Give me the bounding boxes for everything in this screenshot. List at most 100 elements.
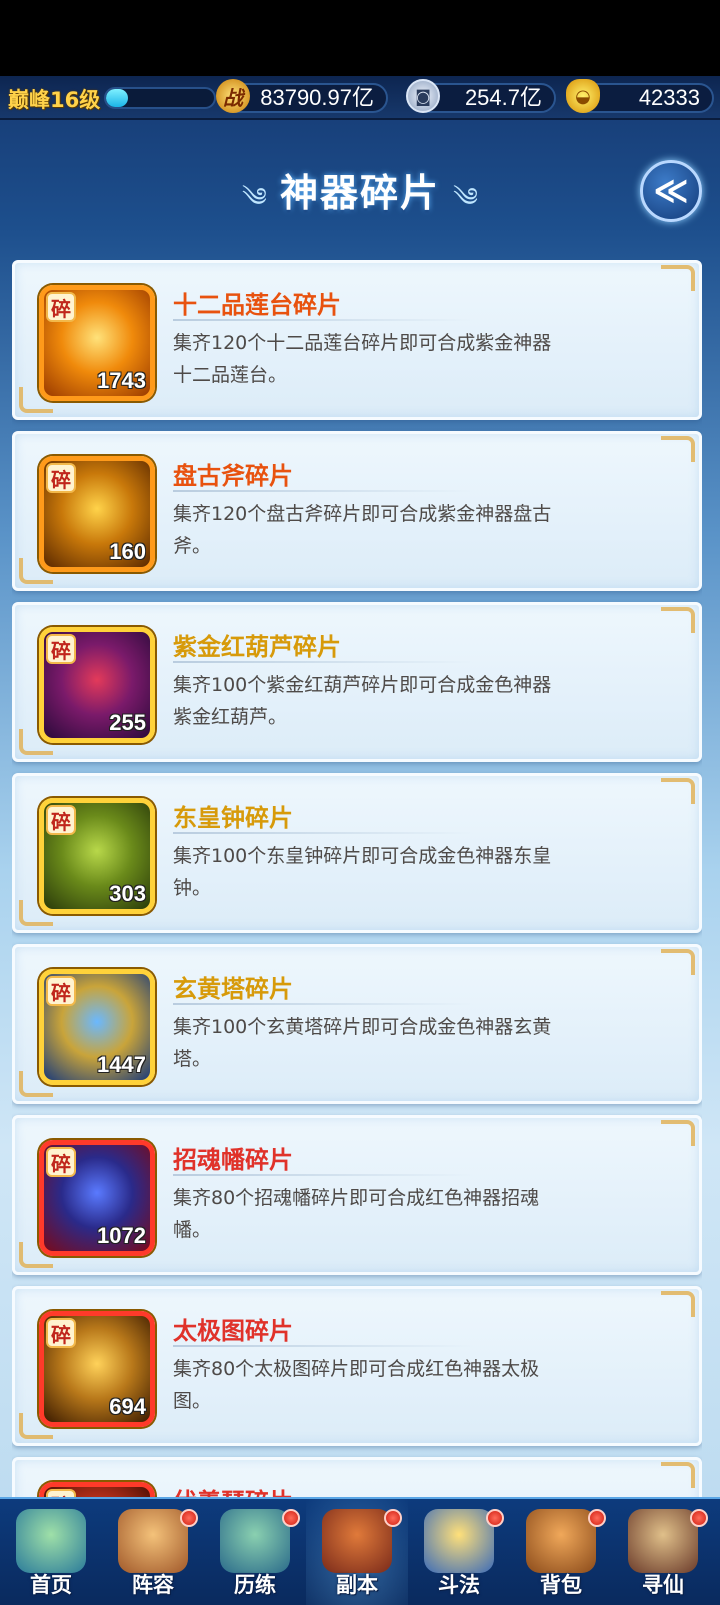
combat-power-value: 83790.97亿: [260, 85, 374, 110]
nav-label: 阵容: [132, 1573, 174, 1597]
nav-item-seek-immortal[interactable]: 寻仙: [612, 1499, 714, 1605]
card-corner-ornament: [661, 949, 695, 975]
fragment-card[interactable]: 碎 1743 十二品莲台碎片 集齐120个十二品莲台碎片即可合成紫金神器十二品莲…: [12, 260, 702, 420]
training-icon: [220, 1509, 290, 1573]
fragment-count: 255: [109, 710, 146, 735]
back-arrow-icon: ≪: [653, 171, 689, 211]
fragment-count: 1743: [97, 368, 146, 393]
fragment-card[interactable]: 碎 1072 招魂幡碎片 集齐80个招魂幡碎片即可合成红色神器招魂幡。: [12, 1115, 702, 1275]
fragment-badge: 碎: [46, 634, 76, 664]
level-progress-fill: [106, 89, 128, 107]
notification-dot-icon: [282, 1509, 300, 1527]
nav-item-bag[interactable]: 背包: [510, 1499, 612, 1605]
back-button[interactable]: ≪: [640, 160, 702, 222]
fragment-count: 303: [109, 881, 146, 906]
battle-icon: [424, 1509, 494, 1573]
nav-item-training[interactable]: 历练: [204, 1499, 306, 1605]
card-divider: [173, 1345, 473, 1347]
fragment-card[interactable]: 碎 1447 玄黄塔碎片 集齐100个玄黄塔碎片即可合成金色神器玄黄塔。: [12, 944, 702, 1104]
resource-bar: 巅峰16级 83790.97亿 战 254.7亿 ◙ 42333 ◒: [0, 76, 720, 120]
fragment-card[interactable]: 碎 303 东皇钟碎片 集齐100个东皇钟碎片即可合成金色神器东皇钟。: [12, 773, 702, 933]
fragment-item-icon[interactable]: 碎 1447: [39, 969, 155, 1085]
fragment-count: 1447: [97, 1052, 146, 1077]
nav-label: 历练: [234, 1573, 276, 1597]
peak-level-label: 巅峰16级: [8, 88, 101, 112]
page-title: 神器碎片: [279, 171, 440, 215]
nav-label: 副本: [336, 1573, 378, 1597]
card-divider: [173, 661, 473, 663]
nav-item-home[interactable]: 首页: [0, 1499, 102, 1605]
nav-item-battle[interactable]: 斗法: [408, 1499, 510, 1605]
title-swirl-left-icon: ༄: [242, 183, 267, 213]
lineup-icon: [118, 1509, 188, 1573]
card-divider: [173, 832, 473, 834]
card-corner-ornament: [661, 265, 695, 291]
fragment-badge: 碎: [46, 292, 76, 322]
fragment-card[interactable]: 碎 255 紫金红葫芦碎片 集齐100个紫金红葫芦碎片即可合成金色神器紫金红葫芦…: [12, 602, 702, 762]
card-divider: [173, 490, 473, 492]
notification-dot-icon: [486, 1509, 504, 1527]
game-screen: 巅峰16级 83790.97亿 战 254.7亿 ◙ 42333 ◒ ༄ 神器碎…: [0, 76, 720, 1605]
fragment-description: 集齐120个十二品莲台碎片即可合成紫金神器十二品莲台。: [173, 332, 552, 386]
gold-ingot-icon: ◒: [566, 79, 600, 113]
fragment-name: 十二品莲台碎片: [173, 291, 341, 319]
card-corner-ornament: [661, 1120, 695, 1146]
fragment-item-icon[interactable]: 碎 1072: [39, 1140, 155, 1256]
fragment-description: 集齐100个东皇钟碎片即可合成金色神器东皇钟。: [173, 845, 552, 899]
fragment-card[interactable]: 碎 694 太极图碎片 集齐80个太极图碎片即可合成红色神器太极图。: [12, 1286, 702, 1446]
fragment-count: 694: [109, 1394, 146, 1419]
fragment-name: 紫金红葫芦碎片: [173, 633, 341, 661]
fragment-name: 太极图碎片: [173, 1317, 293, 1345]
card-divider: [173, 319, 473, 321]
fragment-item-icon[interactable]: 碎 1743: [39, 285, 155, 401]
nav-label: 首页: [30, 1573, 72, 1597]
nav-label: 背包: [540, 1573, 582, 1597]
nav-label: 斗法: [438, 1573, 480, 1597]
fragment-badge: 碎: [46, 463, 76, 493]
level-progress-bar: [104, 87, 216, 109]
fragment-count: 160: [109, 539, 146, 564]
fragment-badge: 碎: [46, 805, 76, 835]
fragment-description: 集齐80个招魂幡碎片即可合成红色神器招魂幡。: [173, 1187, 540, 1241]
notification-dot-icon: [384, 1509, 402, 1527]
nav-item-lineup[interactable]: 阵容: [102, 1499, 204, 1605]
status-bar: [0, 0, 720, 76]
fragment-item-icon[interactable]: 碎 160: [39, 456, 155, 572]
page-title-bar: ༄ 神器碎片 ༄: [0, 162, 720, 242]
notification-dot-icon: [588, 1509, 606, 1527]
combat-power-icon: 战: [216, 79, 250, 113]
fragment-card[interactable]: 碎 160 盘古斧碎片 集齐120个盘古斧碎片即可合成紫金神器盘古斧。: [12, 431, 702, 591]
silver-coin-value: 254.7亿: [464, 85, 542, 110]
fragment-item-icon[interactable]: 碎 694: [39, 1311, 155, 1427]
fragment-description: 集齐100个紫金红葫芦碎片即可合成金色神器紫金红葫芦。: [173, 674, 552, 728]
card-divider: [173, 1174, 473, 1176]
fragment-item-icon[interactable]: 碎 255: [39, 627, 155, 743]
card-corner-ornament: [661, 778, 695, 804]
fragment-count: 1072: [97, 1223, 146, 1248]
fragment-name: 招魂幡碎片: [173, 1146, 293, 1174]
card-corner-ornament: [661, 436, 695, 462]
card-corner-ornament: [661, 1291, 695, 1317]
fragment-name: 玄黄塔碎片: [173, 975, 293, 1003]
gold-ingot-value: 42333: [638, 85, 700, 110]
notification-dot-icon: [690, 1509, 708, 1527]
fragment-list[interactable]: 碎 1743 十二品莲台碎片 集齐120个十二品莲台碎片即可合成紫金神器十二品莲…: [12, 260, 702, 1510]
fragment-name: 盘古斧碎片: [173, 462, 293, 490]
fragment-item-icon[interactable]: 碎 303: [39, 798, 155, 914]
title-swirl-right-icon: ༄: [453, 183, 478, 213]
fragment-description: 集齐100个玄黄塔碎片即可合成金色神器玄黄塔。: [173, 1016, 552, 1070]
notification-dot-icon: [180, 1509, 198, 1527]
fragment-description: 集齐80个太极图碎片即可合成红色神器太极图。: [173, 1358, 540, 1412]
seek-immortal-icon: [628, 1509, 698, 1573]
bottom-nav: 首页 阵容 历练 副本 斗法 背包 寻仙: [0, 1497, 720, 1605]
bag-icon: [526, 1509, 596, 1573]
fragment-badge: 碎: [46, 1147, 76, 1177]
nav-label: 寻仙: [642, 1573, 684, 1597]
fragment-badge: 碎: [46, 976, 76, 1006]
nav-item-dungeon[interactable]: 副本: [306, 1499, 408, 1605]
silver-coin-icon: ◙: [406, 79, 440, 113]
card-corner-ornament: [661, 607, 695, 633]
fragment-description: 集齐120个盘古斧碎片即可合成紫金神器盘古斧。: [173, 503, 552, 557]
card-divider: [173, 1003, 473, 1005]
fragment-name: 东皇钟碎片: [173, 804, 293, 832]
